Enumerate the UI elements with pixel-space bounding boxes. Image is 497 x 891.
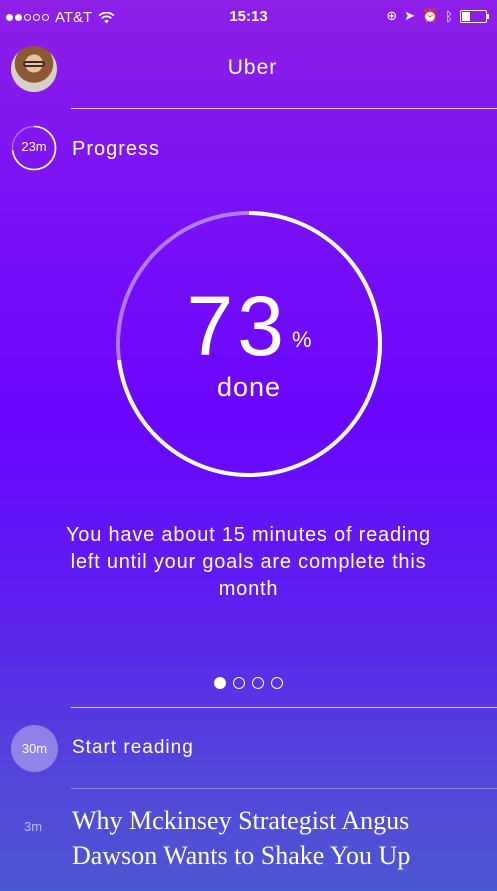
goal-message: You have about 15 minutes of reading lef… bbox=[66, 524, 431, 600]
location-icon: ➤ bbox=[404, 8, 415, 23]
article-time: 3m bbox=[24, 819, 43, 834]
divider bbox=[71, 707, 497, 708]
alarm-icon: ⏰ bbox=[422, 8, 439, 23]
percent-value: 73 bbox=[186, 279, 288, 373]
page-indicator[interactable] bbox=[214, 677, 283, 689]
progress-percent: 73% bbox=[114, 278, 384, 375]
page-dot[interactable] bbox=[214, 677, 226, 689]
status-right: ⊕ ➤ ⏰ ᛒ bbox=[386, 8, 489, 24]
page-dot[interactable] bbox=[252, 677, 264, 689]
progress-time-label: 23m bbox=[21, 139, 47, 154]
divider bbox=[71, 108, 497, 109]
page-title: Uber bbox=[227, 56, 278, 79]
page-dot[interactable] bbox=[271, 677, 283, 689]
rotation-lock-icon: ⊕ bbox=[386, 8, 398, 23]
percent-sign: % bbox=[291, 327, 312, 352]
page-dot[interactable] bbox=[233, 677, 245, 689]
status-bar: AT&T 15:13 ⊕ ➤ ⏰ ᛒ bbox=[0, 0, 497, 34]
start-time-badge: 30m bbox=[11, 725, 58, 772]
article-title-link[interactable]: Why Mckinsey Strategist Angus Dawson Wan… bbox=[72, 803, 482, 873]
battery-icon bbox=[460, 9, 489, 23]
progress-label: Progress bbox=[72, 138, 161, 160]
done-label: done bbox=[216, 372, 282, 402]
start-reading-button[interactable]: Start reading bbox=[72, 737, 194, 759]
divider bbox=[71, 788, 497, 789]
bluetooth-icon: ᛒ bbox=[445, 8, 453, 24]
progress-time-ring: 23m bbox=[11, 125, 57, 171]
